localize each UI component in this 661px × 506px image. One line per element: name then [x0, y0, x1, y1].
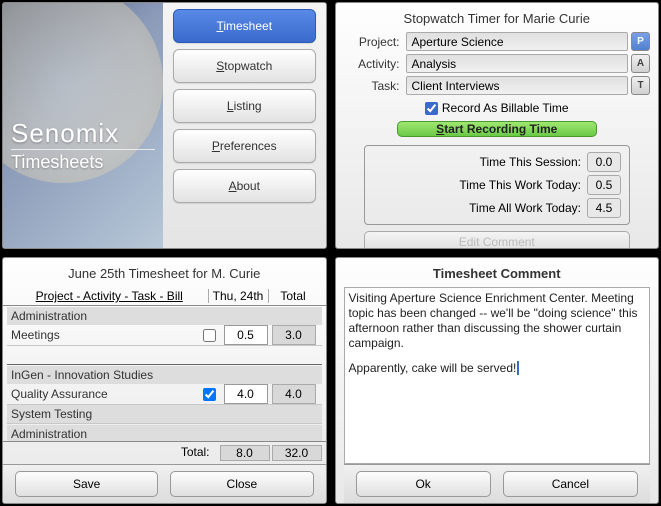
menu-list: Timesheet Stopwatch Listing Preferences …	[163, 3, 326, 248]
activity-pick-button[interactable]: A	[631, 54, 650, 73]
stopwatch-panel: Stopwatch Timer for Marie Curie Project:…	[335, 2, 660, 249]
menu-timesheet[interactable]: Timesheet	[173, 9, 316, 43]
all-today-label: Time All Work Today:	[469, 201, 581, 215]
table-row: Quality Assurance 4.0	[7, 384, 322, 405]
save-button[interactable]: Save	[15, 471, 158, 497]
col-total: Total	[268, 289, 318, 303]
row-total: 3.0	[272, 325, 316, 345]
work-today-value: 0.5	[587, 175, 621, 195]
task-cell: Meetings	[7, 328, 196, 342]
task-cell: Quality Assurance	[7, 387, 196, 401]
timesheet-panel: June 25th Timesheet for M. Curie Project…	[2, 257, 327, 504]
task-field[interactable]: Client Interviews	[406, 76, 629, 95]
stopwatch-title: Stopwatch Timer for Marie Curie	[344, 7, 651, 32]
bill-checkbox[interactable]	[203, 388, 216, 401]
billable-checkbox[interactable]	[425, 102, 438, 115]
project-pick-button[interactable]: P	[631, 32, 650, 51]
hours-input[interactable]	[224, 325, 268, 345]
menu-about[interactable]: About	[173, 169, 316, 203]
billable-label: Record As Billable Time	[442, 101, 569, 115]
brand-subtitle: Timesheets	[11, 149, 155, 173]
all-today-value: 4.5	[587, 198, 621, 218]
main-menu-panel: Senomix Timesheets Timesheet Stopwatch L…	[2, 2, 327, 249]
start-recording-button[interactable]: Start Recording Time	[397, 121, 597, 137]
brand-banner: Senomix Timesheets	[3, 3, 163, 248]
task-label: Task:	[344, 79, 400, 93]
brand-title: Senomix	[11, 118, 155, 149]
cancel-button[interactable]: Cancel	[503, 471, 638, 497]
total-all: 32.0	[272, 445, 322, 461]
comment-title: Timesheet Comment	[344, 262, 651, 287]
text-cursor	[517, 361, 522, 375]
comment-textarea[interactable]: Visiting Aperture Science Enrichment Cen…	[344, 287, 651, 464]
row-total: 4.0	[272, 384, 316, 404]
total-label: Total:	[7, 445, 218, 461]
activity-field[interactable]: Analysis	[406, 54, 629, 73]
project-field[interactable]: Aperture Science	[406, 32, 629, 51]
comment-panel: Timesheet Comment Visiting Aperture Scie…	[335, 257, 660, 504]
table-row: System Testing	[7, 405, 322, 424]
activity-label: Activity:	[344, 57, 400, 71]
table-group: Administration	[7, 424, 322, 441]
table-header: Project - Activity - Task - Bill Thu, 24…	[3, 287, 326, 306]
session-time-value: 0.0	[587, 152, 621, 172]
work-today-label: Time This Work Today:	[459, 178, 581, 192]
edit-comment-button[interactable]: Edit Comment	[364, 231, 631, 249]
col-patb[interactable]: Project - Activity - Task - Bill	[36, 289, 183, 303]
timesheet-title: June 25th Timesheet for M. Curie	[3, 262, 326, 287]
totals-row: Total: 8.0 32.0	[3, 441, 326, 464]
bill-checkbox[interactable]	[203, 329, 216, 342]
task-pick-button[interactable]: T	[631, 76, 650, 95]
close-button[interactable]: Close	[170, 471, 313, 497]
table-group: Administration	[7, 306, 322, 325]
session-time-label: Time This Session:	[480, 155, 581, 169]
table-row: Meetings 3.0	[7, 325, 322, 346]
menu-preferences[interactable]: Preferences	[173, 129, 316, 163]
time-readouts: Time This Session: 0.0 Time This Work Tod…	[364, 145, 631, 225]
hours-input[interactable]	[224, 384, 268, 404]
ok-button[interactable]: Ok	[356, 471, 491, 497]
project-label: Project:	[344, 35, 400, 49]
table-group: InGen - Innovation Studies	[7, 365, 322, 384]
col-day: Thu, 24th	[208, 289, 268, 303]
total-day: 8.0	[220, 445, 270, 461]
menu-listing[interactable]: Listing	[173, 89, 316, 123]
menu-stopwatch[interactable]: Stopwatch	[173, 49, 316, 83]
